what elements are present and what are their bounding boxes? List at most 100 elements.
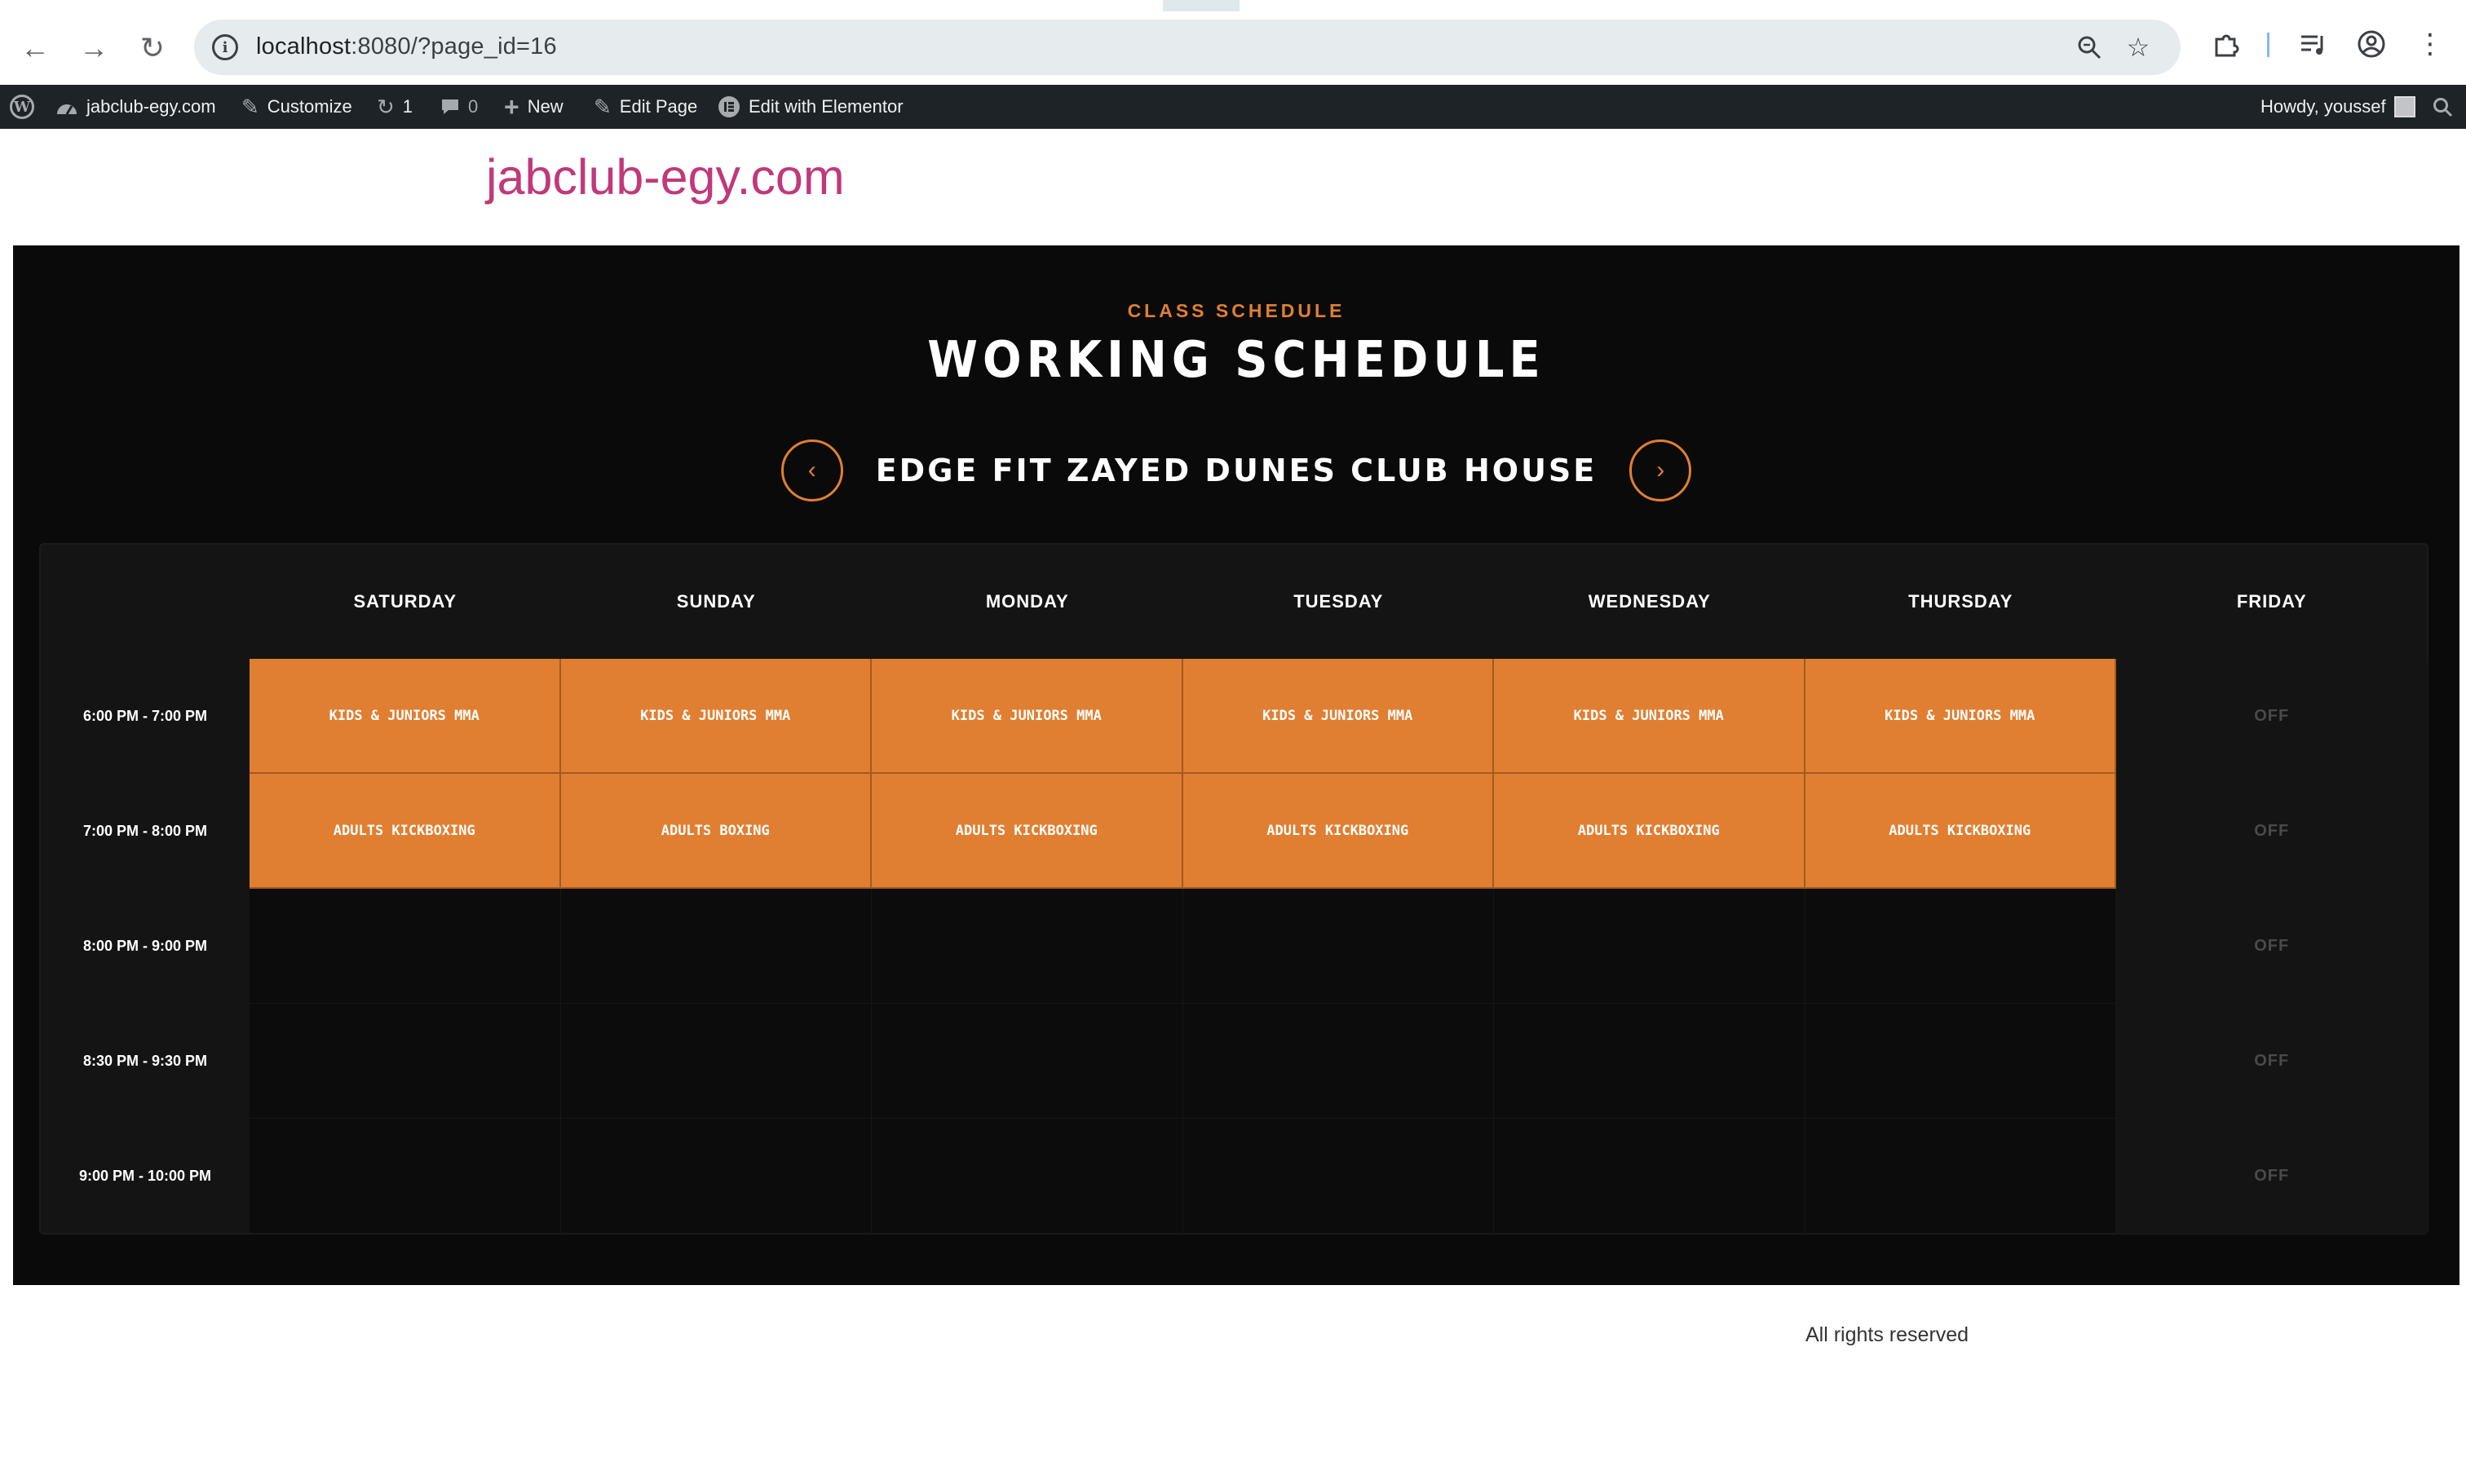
- schedule-title: WORKING SCHEDULE: [927, 330, 1545, 390]
- empty-cell: [1494, 1004, 1805, 1119]
- empty-cell: [560, 1004, 872, 1119]
- schedule-table: SATURDAY SUNDAY MONDAY TUESDAY WEDNESDAY THUR…: [39, 543, 2428, 1234]
- bookmark-star-icon[interactable]: ☆: [2122, 31, 2154, 64]
- howdy-label: Howdy, youssef: [2260, 96, 2386, 117]
- chevron-right-icon: ›: [1656, 457, 1665, 484]
- location-name: EDGE FIT ZAYED DUNES CLUB HOUSE: [875, 453, 1598, 488]
- edit-elementor-label: Edit with Elementor: [749, 96, 904, 117]
- media-control-icon[interactable]: [2295, 26, 2331, 62]
- prev-location-button[interactable]: ‹: [780, 439, 843, 501]
- edit-page-menu[interactable]: ✎ Edit Page: [594, 85, 697, 129]
- url-text[interactable]: localhost:8080/?page_id=16: [256, 33, 557, 60]
- class-cell[interactable]: KIDS & JUNIORS MMA: [1182, 659, 1494, 774]
- empty-cell: [1805, 889, 2116, 1004]
- avatar: [2393, 96, 2415, 117]
- new-label: New: [527, 96, 563, 117]
- off-cell: OFF: [2116, 774, 2428, 889]
- class-cell[interactable]: KIDS & JUNIORS MMA: [250, 659, 561, 774]
- updates-menu[interactable]: ↻ 1: [377, 85, 413, 129]
- class-cell[interactable]: ADULTS KICKBOXING: [872, 774, 1183, 889]
- url-path: :8080/?page_id=16: [351, 33, 557, 60]
- forward-icon[interactable]: →: [75, 29, 113, 67]
- reload-icon[interactable]: ↻: [134, 29, 171, 67]
- url-host: localhost: [256, 33, 351, 60]
- wordpress-logo-icon: W: [10, 95, 34, 119]
- time-slot-label: 8:00 PM - 9:00 PM: [82, 938, 208, 954]
- site-info-icon[interactable]: i: [212, 34, 238, 60]
- class-cell[interactable]: ADULTS KICKBOXING: [1494, 774, 1805, 889]
- chevron-left-icon: ‹: [807, 457, 816, 484]
- wp-logo-menu[interactable]: W: [10, 85, 34, 129]
- schedule-section: CLASS SCHEDULE WORKING SCHEDULE ‹ EDGE F…: [13, 245, 2459, 1285]
- empty-cell: [1805, 1004, 2116, 1119]
- day-header: WEDNESDAY: [1588, 591, 1711, 612]
- my-account-menu[interactable]: Howdy, youssef: [2260, 85, 2415, 129]
- class-cell[interactable]: KIDS & JUNIORS MMA: [872, 659, 1183, 774]
- day-header: TUESDAY: [1293, 591, 1384, 612]
- off-cell: OFF: [2116, 1004, 2428, 1119]
- updates-icon: ↻: [377, 94, 395, 119]
- elementor-icon: [718, 95, 740, 118]
- day-header: FRIDAY: [2236, 591, 2307, 612]
- zoom-icon[interactable]: [2073, 31, 2106, 64]
- off-cell: OFF: [2116, 659, 2428, 774]
- class-cell[interactable]: KIDS & JUNIORS MMA: [1805, 659, 2116, 774]
- wp-admin-bar: W jabclub-egy.com ✎ Customize ↻ 1 0 + Ne…: [0, 85, 2466, 129]
- comment-bubble-icon: [440, 98, 460, 116]
- pencil-icon: ✎: [594, 94, 612, 119]
- empty-cell: [872, 1119, 1183, 1234]
- menu-icon[interactable]: ⋮: [2412, 26, 2448, 62]
- empty-cell: [872, 889, 1183, 1004]
- time-column-header: [41, 545, 250, 659]
- empty-cell: [1494, 1119, 1805, 1234]
- toolbar-separator: [2267, 33, 2269, 57]
- day-header: SUNDAY: [676, 591, 756, 612]
- empty-cell: [1182, 1004, 1494, 1119]
- empty-cell: [1494, 889, 1805, 1004]
- browser-toolbar: ← → ↻ i localhost:8080/?page_id=16 ☆ ⋮: [0, 11, 2466, 85]
- class-cell[interactable]: KIDS & JUNIORS MMA: [560, 659, 872, 774]
- empty-cell: [872, 1004, 1183, 1119]
- day-header: MONDAY: [985, 591, 1069, 612]
- admin-search[interactable]: [2432, 85, 2453, 129]
- customize-menu[interactable]: ✎ Customize: [241, 85, 352, 129]
- day-header: THURSDAY: [1908, 591, 2013, 612]
- empty-cell: [250, 1119, 561, 1234]
- extensions-icon[interactable]: [2208, 26, 2244, 62]
- edit-elementor-menu[interactable]: Edit with Elementor: [718, 85, 904, 129]
- empty-cell: [250, 889, 561, 1004]
- off-cell: OFF: [2116, 1119, 2428, 1234]
- plus-icon: +: [504, 91, 519, 121]
- class-cell[interactable]: ADULTS KICKBOXING: [1805, 774, 2116, 889]
- site-title-link[interactable]: jabclub-egy.com: [486, 148, 845, 205]
- time-slot-label: 9:00 PM - 10:00 PM: [78, 1168, 212, 1184]
- class-cell[interactable]: ADULTS BOXING: [560, 774, 872, 889]
- empty-cell: [560, 889, 872, 1004]
- next-location-button[interactable]: ›: [1629, 439, 1692, 501]
- schedule-kicker: CLASS SCHEDULE: [1127, 300, 1346, 321]
- class-cell[interactable]: KIDS & JUNIORS MMA: [1494, 659, 1805, 774]
- search-icon: [2432, 96, 2453, 117]
- back-icon[interactable]: ←: [16, 29, 54, 67]
- class-cell[interactable]: ADULTS KICKBOXING: [1182, 774, 1494, 889]
- paintbrush-icon: ✎: [241, 94, 259, 119]
- new-content-menu[interactable]: + New: [504, 85, 563, 129]
- site-name-menu[interactable]: jabclub-egy.com: [55, 85, 216, 129]
- comments-count: 0: [468, 96, 479, 117]
- empty-cell: [1182, 1119, 1494, 1234]
- day-header: SATURDAY: [353, 591, 457, 612]
- empty-cell: [560, 1119, 872, 1234]
- location-switcher: ‹ EDGE FIT ZAYED DUNES CLUB HOUSE ›: [13, 438, 2459, 503]
- comments-menu[interactable]: 0: [440, 85, 478, 129]
- class-cell[interactable]: ADULTS KICKBOXING: [250, 774, 561, 889]
- empty-cell: [250, 1004, 561, 1119]
- address-bar[interactable]: i localhost:8080/?page_id=16 ☆: [194, 20, 2181, 75]
- dashboard-icon: [55, 98, 78, 116]
- browser-tab[interactable]: [1240, 0, 2466, 11]
- footer-copyright: All rights reserved: [1805, 1323, 1969, 1346]
- time-slot-label: 6:00 PM - 7:00 PM: [82, 708, 208, 724]
- empty-cell: [1805, 1119, 2116, 1234]
- profile-icon[interactable]: [2353, 26, 2389, 62]
- site-name-label: jabclub-egy.com: [86, 96, 216, 117]
- browser-tab[interactable]: [0, 0, 1163, 11]
